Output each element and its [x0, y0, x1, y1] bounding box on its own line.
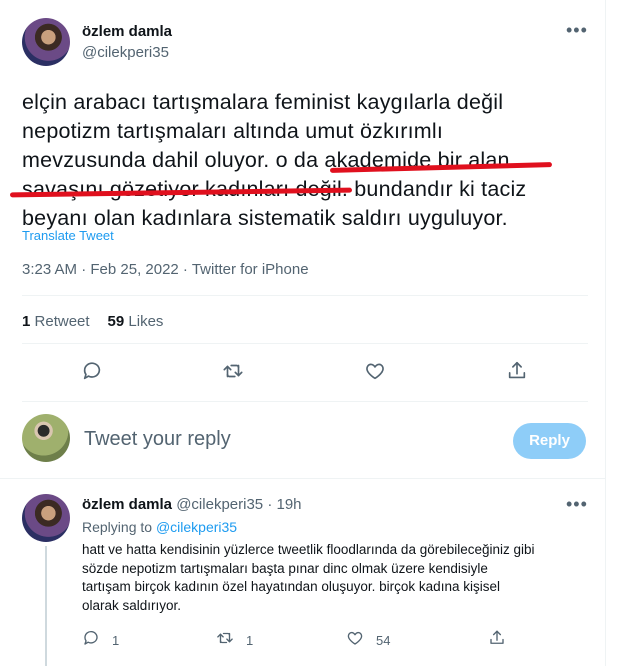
replying-to-handle[interactable]: @cilekperi35: [156, 519, 237, 535]
reply-text-line: sözde nepotizm tartışmaları başta pınar …: [82, 560, 488, 576]
reply-like-action[interactable]: 54: [346, 630, 390, 650]
tweet-text: elçin arabacı tartışmalara feminist kayg…: [22, 88, 592, 233]
reply-header: özlem damla @cilekperi35 · 19h: [82, 496, 302, 513]
retweets-stat[interactable]: 1 Retweet: [22, 313, 90, 330]
reply-dot: ·: [267, 496, 273, 513]
reply-text-line: hatt ve hatta kendisinin yüzlerce tweetl…: [82, 542, 535, 557]
tweet-stats: 1 Retweet 59 Likes: [22, 313, 163, 330]
like-icon: [346, 629, 364, 652]
reply-button[interactable]: Reply: [513, 423, 586, 459]
reply-time[interactable]: 19h: [276, 496, 301, 513]
reply-author-handle[interactable]: @cilekperi35: [176, 496, 263, 513]
divider: [0, 478, 606, 479]
more-options-icon[interactable]: •••: [566, 494, 588, 515]
reply-text: hatt ve hatta kendisinin yüzlerce tweetl…: [82, 541, 582, 615]
author-avatar[interactable]: [22, 18, 70, 66]
more-options-icon[interactable]: •••: [566, 20, 588, 41]
reply-text-line: tartışam birçok kadının özel hayatından …: [82, 579, 500, 594]
my-avatar[interactable]: [22, 414, 70, 462]
tweet-thread: özlem damla @cilekperi35 ••• elçin araba…: [0, 0, 606, 666]
author-handle[interactable]: @cilekperi35: [82, 44, 169, 61]
like-count: 54: [376, 632, 391, 648]
reply-reply-action[interactable]: 1: [82, 630, 119, 650]
reply-share-action[interactable]: [488, 630, 506, 650]
likes-stat[interactable]: 59 Likes: [108, 313, 164, 330]
divider: [22, 343, 588, 344]
retweet-icon: [216, 629, 234, 652]
tweet-timestamp[interactable]: 3:23 AM · Feb 25, 2022 · Twitter for iPh…: [22, 261, 309, 278]
author-name[interactable]: özlem damla: [82, 23, 172, 40]
reply-author-avatar[interactable]: [22, 494, 70, 542]
reply-icon: [82, 629, 100, 652]
tweet-actions: [0, 360, 606, 386]
reply-input[interactable]: Tweet your reply: [84, 428, 231, 451]
reply-text-line: olarak saldırıyor.: [82, 597, 182, 613]
reply-actions: 1 1 54: [0, 630, 606, 652]
reply-icon[interactable]: [81, 360, 105, 384]
translate-tweet-link[interactable]: Translate Tweet: [22, 228, 114, 243]
reply-count: 1: [112, 632, 120, 648]
share-icon: [488, 629, 506, 652]
reply-author-name[interactable]: özlem damla: [82, 496, 172, 513]
tweet-text-line: elçin arabacı tartışmalara feminist kayg…: [22, 90, 504, 114]
tweet-text-line: nepotizm tartışmaları altında umut özkır…: [22, 119, 444, 143]
divider: [22, 401, 588, 402]
retweet-icon[interactable]: [222, 360, 246, 384]
reply-retweet-action[interactable]: 1: [216, 630, 253, 650]
divider: [22, 295, 588, 296]
share-icon[interactable]: [506, 360, 530, 384]
tweet-text-line: beyanı olan kadınlara sistematik saldırı…: [22, 206, 508, 230]
retweet-count: 1: [246, 632, 254, 648]
replying-to: Replying to @cilekperi35: [82, 519, 238, 535]
like-icon[interactable]: [364, 360, 388, 384]
